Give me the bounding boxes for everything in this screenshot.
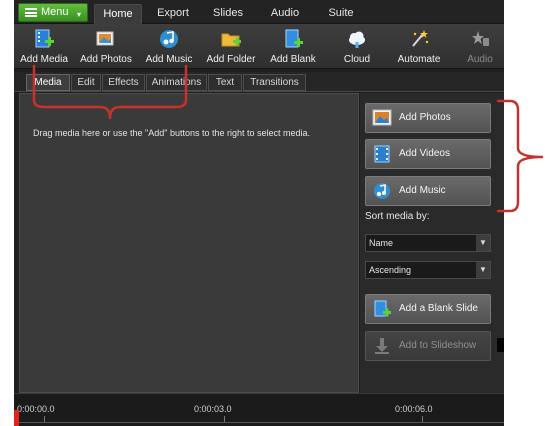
media-subtabs: Media Edit Effects Animations Text Trans… (14, 72, 504, 92)
drop-hint-text: Drag media here or use the "Add" buttons… (33, 128, 311, 138)
timecode-mid: 0:00:03.0 (194, 404, 232, 414)
automate-label: Automate (397, 54, 441, 65)
add-folder-icon (221, 33, 241, 47)
chevron-down-icon: ▾ (76, 10, 81, 19)
audio-icon (472, 31, 489, 46)
add-music-panel-button[interactable]: Add Music (365, 176, 491, 206)
tab-suite[interactable]: Suite (317, 4, 365, 24)
add-blank-button[interactable]: Add Blank (264, 26, 322, 68)
playhead[interactable] (14, 410, 19, 426)
sort-field-value: Name (369, 238, 394, 248)
add-to-slideshow-label: Add to Slideshow (399, 340, 477, 351)
app-window: Menu ▾ Home Export Slides Audio Suite Ad… (14, 0, 504, 426)
add-music-icon (160, 30, 178, 48)
subtab-text[interactable]: Text (208, 74, 242, 91)
hamburger-icon (25, 8, 37, 17)
music-icon (374, 183, 390, 199)
cloud-icon (349, 31, 365, 48)
toolbar: Add Media Add Photos Add Music Add Folde… (14, 24, 504, 69)
add-blank-slide-button[interactable]: Add a Blank Slide (365, 294, 491, 324)
tab-home[interactable]: Home (94, 4, 142, 24)
cloud-button[interactable]: Cloud (328, 26, 386, 68)
subtab-animations[interactable]: Animations (146, 74, 207, 91)
add-photos-label: Add Photos (80, 54, 132, 65)
annotation-bracket-panel (496, 99, 544, 213)
arrow-down-icon (375, 338, 389, 354)
media-side-panel: Add Photos Add Videos Add Music Sort med… (360, 93, 504, 393)
add-photos-panel-label: Add Photos (399, 112, 451, 123)
subtab-edit[interactable]: Edit (71, 74, 101, 91)
tab-export[interactable]: Export (149, 4, 197, 24)
timecode-start: 0:00:00.0 (17, 404, 55, 414)
add-videos-panel-label: Add Videos (399, 148, 450, 159)
chevron-down-icon: ▼ (476, 262, 490, 278)
timecode-end: 0:00:06.0 (395, 404, 433, 414)
add-photos-icon (96, 31, 114, 46)
add-music-button[interactable]: Add Music (140, 26, 198, 68)
time-ruler (14, 422, 504, 423)
timeline[interactable]: 0:00:00.0 0:00:03.0 0:00:06.0 (14, 393, 504, 426)
subtab-transitions[interactable]: Transitions (243, 74, 306, 91)
add-blank-icon (285, 29, 303, 48)
add-folder-label: Add Folder (206, 54, 256, 65)
add-videos-panel-button[interactable]: Add Videos (365, 139, 491, 169)
sort-order-select[interactable]: Ascending ▼ (365, 261, 491, 279)
add-music-label: Add Music (145, 54, 193, 65)
add-music-panel-label: Add Music (399, 185, 446, 196)
scrollbar[interactable] (497, 338, 504, 352)
photos-icon (372, 109, 392, 126)
add-to-slideshow-button[interactable]: Add to Slideshow (365, 331, 491, 361)
subtab-effects[interactable]: Effects (102, 74, 145, 91)
menu-button-label: Menu (41, 6, 69, 18)
add-blank-label: Add Blank (270, 54, 316, 65)
tab-audio[interactable]: Audio (261, 4, 309, 24)
menu-button[interactable]: Menu ▾ (18, 3, 88, 22)
add-media-button[interactable]: Add Media (14, 26, 74, 68)
add-media-label: Add Media (20, 54, 68, 65)
tab-slides[interactable]: Slides (204, 4, 252, 24)
blank-slide-icon (374, 300, 391, 317)
automate-icon (412, 30, 429, 47)
video-icon (374, 145, 390, 163)
automate-button[interactable]: Automate (390, 26, 448, 68)
media-drop-zone[interactable]: Drag media here or use the "Add" buttons… (19, 93, 359, 393)
add-photos-panel-button[interactable]: Add Photos (365, 103, 491, 133)
subtab-media[interactable]: Media (26, 74, 70, 91)
chevron-down-icon: ▼ (476, 235, 490, 251)
sort-media-label: Sort media by: (365, 211, 430, 222)
add-folder-button[interactable]: Add Folder (202, 26, 260, 68)
audio-label: Audio (467, 54, 493, 65)
audio-button[interactable]: Audio (456, 26, 504, 68)
sort-order-value: Ascending (369, 265, 412, 275)
cloud-label: Cloud (343, 54, 371, 65)
add-media-icon (35, 29, 54, 48)
add-photos-button[interactable]: Add Photos (76, 26, 136, 68)
sort-field-select[interactable]: Name ▼ (365, 234, 491, 252)
add-blank-slide-label: Add a Blank Slide (399, 303, 478, 314)
menu-bar: Menu ▾ Home Export Slides Audio Suite (14, 0, 504, 24)
